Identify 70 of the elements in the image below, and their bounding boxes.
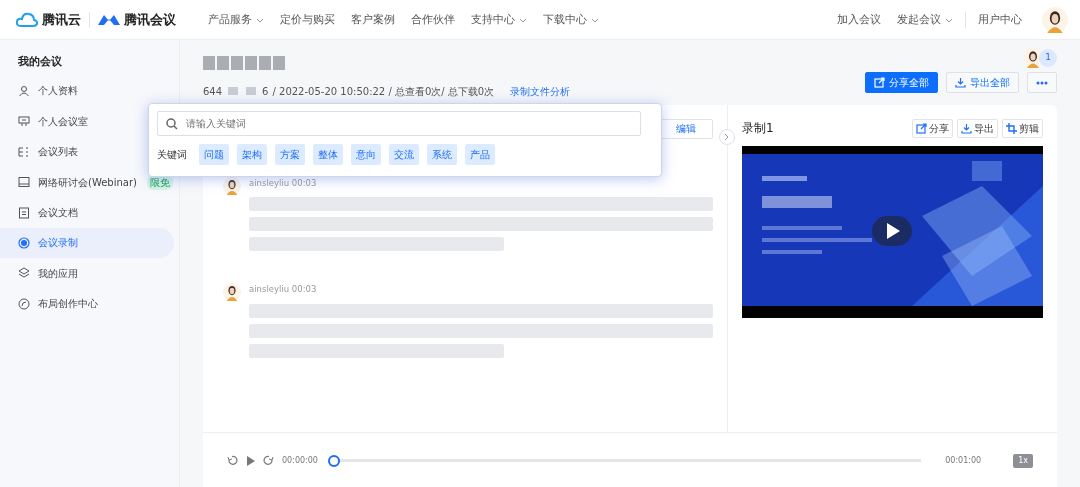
nav-link[interactable]: 产品服务 — [200, 11, 272, 28]
nav-link[interactable]: 发起会议 — [889, 11, 961, 28]
action-button[interactable]: 导出全部 — [946, 72, 1019, 93]
play-icon[interactable] — [246, 455, 255, 466]
current-time: 00:00:00 — [282, 454, 318, 467]
nav-link[interactable]: 下载中心 — [535, 11, 607, 28]
more-icon — [1036, 81, 1048, 85]
keyword-tag[interactable]: 问题 — [199, 144, 229, 165]
edit-button[interactable]: 编辑 — [659, 118, 713, 139]
rewind-icon[interactable] — [227, 455, 238, 466]
keyword-tag[interactable]: 系统 — [427, 144, 457, 165]
nav-link[interactable]: 合作伙伴 — [403, 11, 463, 28]
brand-name: 腾讯会议 — [124, 10, 176, 29]
analysis-link[interactable]: 录制文件分析 — [510, 83, 571, 99]
search-field[interactable]: 请输入关键词 — [157, 111, 641, 136]
record-icon — [18, 236, 30, 249]
avatar — [223, 176, 241, 195]
nav-link[interactable]: 客户案例 — [343, 11, 403, 28]
monitor-icon — [18, 176, 30, 189]
keyword-tag[interactable]: 交流 — [389, 144, 419, 165]
forward-icon[interactable] — [263, 455, 274, 466]
recording-meta: / 2022-05-20 10:50:22 / 总查看0次/ 总下载0次 — [272, 84, 495, 99]
crop-icon — [1006, 122, 1017, 134]
nav-link[interactable]: 用户中心 — [970, 11, 1030, 28]
speaker-label: ainsleyliu 00:03 — [249, 176, 318, 190]
speaker-label: ainsleyliu 00:03 — [249, 283, 318, 296]
keyword-tag[interactable]: 整体 — [313, 144, 343, 165]
person-icon — [18, 84, 30, 97]
nav-link[interactable]: 定价与购买 — [272, 11, 343, 28]
sidebar-item[interactable]: 布局创作中心 — [0, 288, 174, 319]
download-icon — [955, 77, 966, 88]
action-button[interactable]: 分享 — [912, 118, 953, 138]
presentation-board-icon — [18, 115, 30, 128]
meeting-id: 644 — [203, 84, 223, 99]
meeting-logo-icon — [98, 13, 120, 26]
slider-thumb[interactable] — [327, 454, 340, 467]
nav-link[interactable]: 加入会议 — [829, 11, 889, 28]
blurred-id — [226, 87, 259, 95]
keyword-tag[interactable]: 方案 — [275, 144, 305, 165]
download-icon — [961, 122, 972, 134]
action-button[interactable]: 导出 — [957, 118, 998, 138]
avatar — [1023, 48, 1043, 68]
keyword-tag[interactable]: 意向 — [351, 144, 381, 165]
sidebar-item[interactable]: 会议录制 — [0, 227, 174, 259]
cloud-logo-icon — [16, 11, 38, 28]
total-time: 00:01:00 — [945, 454, 982, 467]
nav-link[interactable]: 支持中心 — [463, 11, 535, 28]
action-button[interactable]: 剪辑 — [1002, 118, 1043, 138]
list-icon — [18, 145, 30, 158]
share-icon — [874, 77, 885, 88]
document-icon — [18, 206, 30, 219]
keyword-tag[interactable]: 架构 — [237, 144, 267, 165]
meeting-id: 6 — [262, 84, 269, 99]
sidebar-item[interactable]: 我的应用 — [0, 258, 174, 289]
layers-icon — [18, 267, 30, 280]
avatar — [1042, 6, 1068, 33]
avatar — [223, 283, 241, 302]
chevron-right-icon — [724, 132, 730, 141]
brand-name: 腾讯云 — [42, 10, 81, 29]
search-icon — [166, 118, 178, 130]
sidebar-heading: 我的会议 — [17, 54, 63, 69]
sidebar-item[interactable]: 会议文档 — [0, 197, 174, 228]
share-icon — [916, 122, 927, 134]
keyword-tag[interactable]: 产品 — [465, 144, 495, 165]
viewer-count: 1 — [1039, 49, 1057, 67]
compass-icon — [18, 297, 30, 310]
action-button[interactable]: 分享全部 — [865, 72, 938, 93]
sidebar-item[interactable]: 个人资料 — [0, 75, 174, 107]
keyword-label: 关键词 — [157, 148, 187, 162]
recording-title: 录制1 — [742, 120, 774, 137]
